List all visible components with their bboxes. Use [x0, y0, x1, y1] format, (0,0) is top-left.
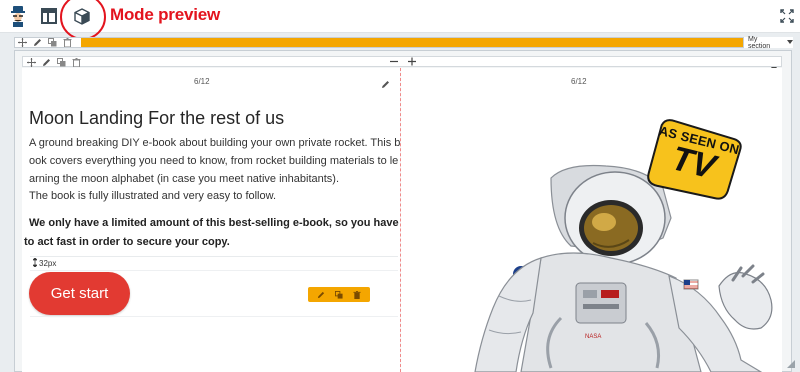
edit-icon[interactable]: [42, 58, 51, 67]
chevron-down-icon: [787, 39, 793, 46]
column-size-label: 6/12: [194, 77, 210, 86]
layout-icon[interactable]: [38, 5, 60, 27]
row-tools: [27, 57, 81, 67]
duplicate-icon[interactable]: [57, 57, 66, 67]
svg-text:NASA: NASA: [585, 334, 601, 340]
edit-icon[interactable]: [33, 38, 42, 47]
pencil-icon[interactable]: [381, 76, 390, 94]
top-toolbar: Mode preview: [0, 0, 800, 40]
spacer-height[interactable]: 32px: [32, 257, 57, 269]
annotation-circle: [60, 0, 106, 40]
delete-icon[interactable]: [63, 37, 72, 47]
page-builder: Mode preview My section 6/12 Moon Landin…: [0, 0, 800, 372]
resize-handle-icon[interactable]: [785, 357, 797, 372]
description-paragraph: A ground breaking DIY e-book about build…: [29, 137, 400, 185]
section-select-value: My section: [748, 35, 771, 50]
resize-vertical-icon: [32, 257, 38, 269]
spacer-height-value: 32px: [39, 259, 57, 268]
element-divider: [30, 316, 398, 317]
annotation-label: Mode preview: [110, 5, 221, 24]
duplicate-icon[interactable]: [48, 37, 57, 47]
limited-offer-paragraph: We only have a limited amount of this be…: [24, 217, 399, 248]
edit-icon[interactable]: [317, 286, 325, 304]
section-tools: [18, 37, 72, 47]
right-column: 6/12 NASA AS SEEN ON TV: [401, 68, 782, 372]
fullscreen-icon[interactable]: [776, 5, 798, 27]
section-select[interactable]: My section: [743, 35, 793, 50]
move-icon[interactable]: [27, 57, 36, 67]
logo-icon[interactable]: [7, 5, 29, 27]
section-toolbar: My section: [14, 35, 793, 50]
move-icon[interactable]: [18, 37, 27, 47]
delete-icon[interactable]: [353, 286, 361, 304]
page-heading: Moon Landing For the rest of us: [29, 108, 285, 128]
duplicate-icon[interactable]: [335, 286, 343, 304]
row-toolbar: [22, 56, 782, 71]
illustrated-paragraph: The book is fully illustrated and very e…: [29, 190, 277, 202]
get-started-button[interactable]: Get start: [29, 272, 130, 315]
button-toolbar: [308, 287, 370, 302]
spacer-divider: [30, 256, 398, 257]
delete-icon[interactable]: [72, 57, 81, 67]
astronaut-image: NASA: [474, 164, 773, 372]
spacer-divider-bottom: [30, 270, 398, 271]
left-column: 6/12 Moon Landing For the rest of us A g…: [22, 68, 400, 372]
section-highlight-bar: [81, 38, 743, 47]
